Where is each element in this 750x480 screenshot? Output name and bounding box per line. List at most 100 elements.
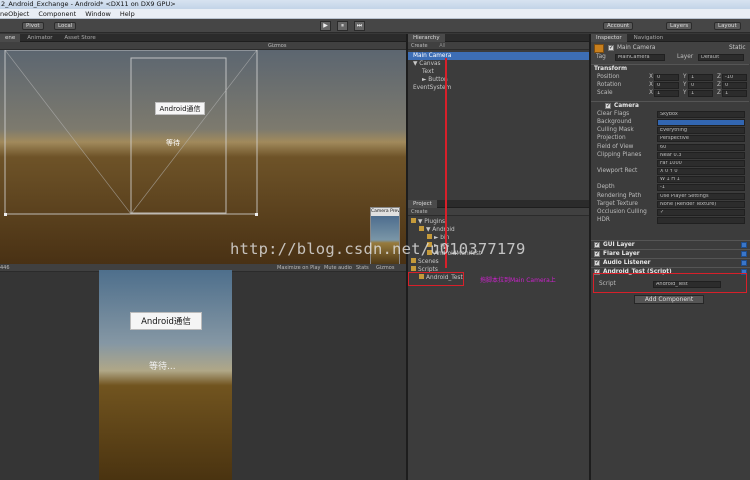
camera-row-value[interactable]: 60 (657, 144, 745, 151)
project-item[interactable]: ► res (408, 242, 589, 250)
inspector-tabbar: Inspector Navigation (591, 34, 750, 42)
game-gizmos-toggle[interactable]: Gizmos (376, 264, 394, 271)
tab-hierarchy[interactable]: Hierarchy (408, 34, 445, 42)
project-item[interactable]: ▼ Android (408, 226, 589, 234)
tab-project[interactable]: Project (408, 200, 437, 208)
menu-component[interactable]: Component (38, 10, 76, 18)
maximize-on-play-toggle[interactable]: Maximize on Play (277, 264, 321, 271)
component-help-icon[interactable] (741, 251, 747, 257)
transform-x-field[interactable]: 1 (654, 90, 679, 97)
camera-row-value[interactable]: -1 (657, 184, 745, 191)
project-item[interactable]: Scenes (408, 258, 589, 266)
camera-row-value[interactable] (657, 217, 745, 224)
menu-gameobject[interactable]: neObject (0, 10, 29, 18)
annotation-arrow-line (445, 58, 447, 268)
account-dropdown[interactable]: Account (603, 22, 634, 30)
project-create-button[interactable]: Create (411, 209, 428, 215)
component-header[interactable]: ✓ Audio Listener (591, 258, 750, 267)
component-enabled-checkbox[interactable]: ✓ (594, 242, 600, 248)
mute-audio-toggle[interactable]: Mute audio (324, 264, 352, 271)
hierarchy-search[interactable]: All (439, 43, 445, 49)
scene-viewport[interactable]: Android通信 等待 Camera Preview (0, 50, 406, 264)
camera-row-value[interactable]: Near 0.3 (657, 152, 745, 159)
component-enabled-checkbox[interactable]: ✓ (594, 251, 600, 257)
transform-z-field[interactable]: 1 (722, 90, 747, 97)
transform-y-field[interactable]: 1 (688, 90, 713, 97)
project-item[interactable]: AndroidManifest (408, 250, 589, 258)
local-button[interactable]: Local (54, 22, 77, 30)
layer-dropdown[interactable]: Default (698, 54, 744, 61)
static-toggle[interactable]: Static (729, 44, 746, 52)
main-toolbar: Pivot Local ▶ ⏸ ⏭ Account Layers Layout (0, 19, 750, 33)
project-item[interactable]: ► bin (408, 234, 589, 242)
camera-row-value[interactable]: W 1 H 1 (657, 176, 745, 183)
component-enabled-checkbox[interactable]: ✓ (594, 260, 600, 266)
background-color-field[interactable] (657, 119, 745, 126)
transform-y-field[interactable]: 0 (688, 82, 713, 89)
object-name-field[interactable]: Main Camera (617, 44, 655, 52)
layout-dropdown[interactable]: Layout (714, 22, 741, 30)
transform-axis-label-y: Y (683, 90, 687, 96)
transform-header[interactable]: Transform (591, 64, 749, 73)
camera-row-value[interactable]: ✓ (657, 209, 745, 216)
camera-row-label: Background (597, 119, 632, 125)
camera-enabled-checkbox[interactable]: ✓ (605, 103, 611, 109)
component-header[interactable]: ✓ GUI Layer (591, 240, 750, 249)
layers-dropdown[interactable]: Layers (666, 22, 693, 30)
script-reference-field[interactable]: Android_Test (653, 281, 721, 288)
scene-gizmos-dropdown[interactable]: Gizmos (268, 43, 286, 49)
hierarchy-panel: Hierarchy Create All Main Camera ▼ Canvas… (408, 34, 589, 200)
tab-inspector[interactable]: Inspector (591, 34, 627, 42)
tag-dropdown[interactable]: MainCamera (615, 54, 665, 61)
hierarchy-item[interactable]: Text (408, 68, 589, 76)
camera-row-value[interactable]: Far 1000 (657, 160, 745, 167)
component-header[interactable]: ✓ Flare Layer (591, 249, 750, 258)
pause-button[interactable]: ⏸ (337, 21, 348, 31)
game-android-button[interactable]: Android通信 (130, 312, 202, 330)
component-help-icon[interactable] (741, 260, 747, 266)
camera-row-value[interactable]: None (Render Texture) (657, 201, 745, 208)
transform-axis-label-y: Y (683, 82, 687, 88)
camera-row-value[interactable]: Perspective (657, 135, 745, 142)
tab-scene[interactable]: ene (0, 34, 21, 42)
transform-y-field[interactable]: 1 (688, 74, 713, 81)
transform-fields: Position X 0 Y 1 Z -10 Rotation X 0 Y 0 Z 0 Scale X 1 Y 1 Z… (591, 73, 750, 101)
android-test-highlight-box (408, 272, 464, 286)
object-active-checkbox[interactable]: ✓ (608, 45, 614, 51)
camera-row-value[interactable]: Use Player Settings (657, 193, 745, 200)
component-title: Flare Layer (603, 251, 640, 257)
stats-toggle[interactable]: Stats (356, 264, 369, 271)
tab-asset-store[interactable]: Asset Store (59, 34, 100, 42)
pivot-button[interactable]: Pivot (22, 22, 44, 30)
hierarchy-tabbar: Hierarchy (408, 34, 589, 42)
project-item-label: ▼ Plugins (418, 219, 446, 225)
transform-z-field[interactable]: -10 (722, 74, 747, 81)
hierarchy-item[interactable]: EventSystem (408, 84, 589, 92)
play-button[interactable]: ▶ (320, 21, 331, 31)
camera-component-header[interactable]: ✓ Camera (591, 101, 749, 110)
project-list: ▼ Plugins ▼ Android ► bin ► res AndroidManif… (408, 218, 589, 318)
hierarchy-item[interactable]: ▼ Canvas (408, 60, 589, 68)
hierarchy-item[interactable]: Main Camera (408, 52, 589, 60)
game-viewport[interactable]: Android通信 等待... (99, 270, 232, 480)
hierarchy-item[interactable]: ► Button (408, 76, 589, 84)
project-item[interactable]: ▼ Plugins (408, 218, 589, 226)
camera-row-label: Clipping Planes (597, 152, 642, 158)
camera-row-value[interactable]: Skybox (657, 111, 745, 118)
menu-window[interactable]: Window (85, 10, 111, 18)
transform-x-field[interactable]: 0 (654, 74, 679, 81)
step-button[interactable]: ⏭ (354, 21, 365, 31)
add-component-button[interactable]: Add Component (634, 295, 704, 304)
transform-row-label: Rotation (597, 82, 622, 88)
transform-z-field[interactable]: 0 (722, 82, 747, 89)
component-help-icon[interactable] (741, 242, 747, 248)
transform-title: Transform (594, 66, 628, 72)
tab-animator[interactable]: Animator (22, 34, 57, 42)
transform-x-field[interactable]: 0 (654, 82, 679, 89)
layer-label: Layer (677, 54, 694, 60)
camera-row-value[interactable]: Everything (657, 127, 745, 134)
hierarchy-create-button[interactable]: Create (411, 43, 428, 49)
tab-navigation[interactable]: Navigation (629, 34, 669, 42)
camera-row-value[interactable]: X 0 Y 0 (657, 168, 745, 175)
menu-help[interactable]: Help (120, 10, 135, 18)
